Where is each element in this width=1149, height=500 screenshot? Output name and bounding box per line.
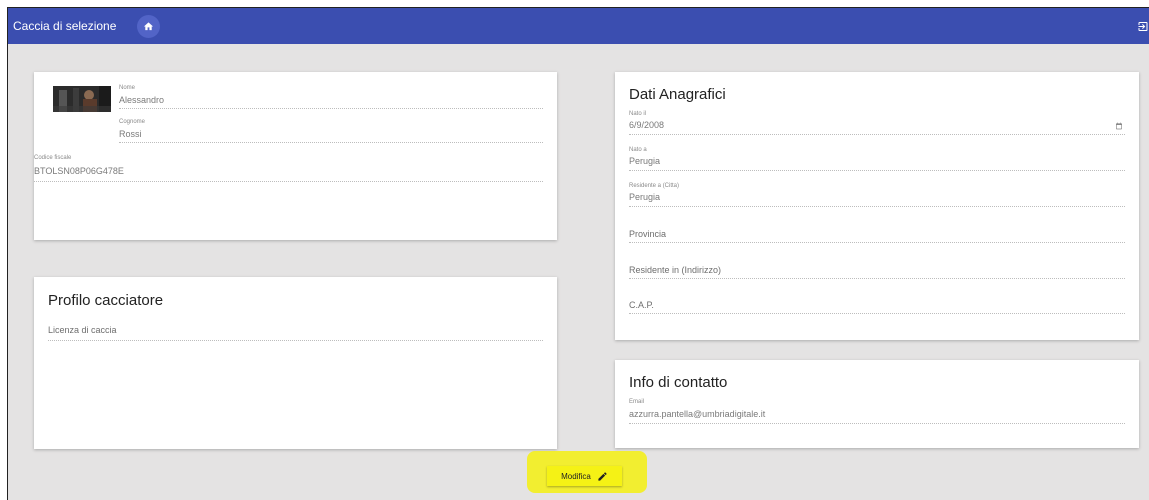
nato-il-field[interactable]: Nato il 6/9/2008: [629, 111, 1125, 135]
cognome-value: Rossi: [119, 129, 142, 139]
email-value: azzurra.pantella@umbriadigitale.it: [629, 409, 766, 419]
nato-a-label: Nato a: [629, 147, 647, 153]
nome-label: Nome: [119, 85, 136, 91]
residente-citta-field[interactable]: Residente a (Citta) Perugia: [629, 183, 1125, 207]
codice-fiscale-value: BTOLSN08P06G478E: [34, 166, 124, 176]
codice-fiscale-label: Codice fiscale: [34, 155, 72, 161]
top-app-bar: Caccia di selezione: [8, 8, 1149, 44]
avatar-photo: [53, 86, 111, 112]
provincia-placeholder: Provincia: [629, 229, 667, 239]
indirizzo-placeholder: Residente in (Indirizzo): [629, 265, 722, 275]
modifica-button[interactable]: Modifica: [547, 466, 622, 486]
provincia-field[interactable]: Provincia: [629, 229, 1125, 243]
nato-il-label: Nato il: [629, 111, 647, 117]
nato-il-value: 6/9/2008: [629, 120, 665, 130]
cap-field[interactable]: C.A.P.: [629, 300, 1125, 314]
profilo-card: Profilo cacciatore Licenza di caccia: [34, 277, 557, 449]
home-icon: [143, 22, 154, 31]
logout-icon: [1138, 22, 1148, 31]
home-button[interactable]: [137, 15, 160, 38]
cap-placeholder: C.A.P.: [629, 300, 654, 310]
anagrafici-title: Dati Anagrafici: [629, 86, 726, 103]
app-title: Caccia di selezione: [13, 19, 117, 33]
avatar: [53, 86, 111, 112]
modifica-label: Modifica: [561, 471, 591, 481]
app-frame: Caccia di selezione Nome Alessandro Cogn…: [7, 7, 1149, 500]
nato-a-value: Perugia: [629, 156, 661, 166]
contatto-card: Info di contatto Email azzurra.pantella@…: [615, 360, 1139, 448]
email-label: Email: [629, 399, 645, 405]
residente-citta-label: Residente a (Citta): [629, 183, 680, 189]
profilo-title: Profilo cacciatore: [48, 292, 164, 309]
cognome-field[interactable]: Cognome Rossi: [119, 119, 543, 143]
licenza-field[interactable]: Licenza di caccia: [48, 325, 543, 341]
calendar-icon[interactable]: [1115, 122, 1123, 130]
logout-button[interactable]: [1137, 20, 1149, 34]
nato-a-field[interactable]: Nato a Perugia: [629, 147, 1125, 171]
nome-field[interactable]: Nome Alessandro: [119, 85, 543, 109]
pencil-icon: [598, 471, 607, 481]
personal-card: Nome Alessandro Cognome Rossi Codice fis…: [34, 72, 557, 240]
contatto-title: Info di contatto: [629, 374, 728, 391]
licenza-placeholder: Licenza di caccia: [48, 325, 117, 335]
codice-fiscale-field[interactable]: Codice fiscale BTOLSN08P06G478E: [34, 155, 543, 182]
residente-citta-value: Perugia: [629, 192, 661, 202]
indirizzo-field[interactable]: Residente in (Indirizzo): [629, 265, 1125, 279]
email-field[interactable]: Email azzurra.pantella@umbriadigitale.it: [629, 399, 1125, 424]
anagrafici-card: Dati Anagrafici Nato il 6/9/2008 Nato a …: [615, 72, 1139, 340]
cognome-label: Cognome: [119, 119, 146, 125]
nome-value: Alessandro: [119, 95, 165, 105]
